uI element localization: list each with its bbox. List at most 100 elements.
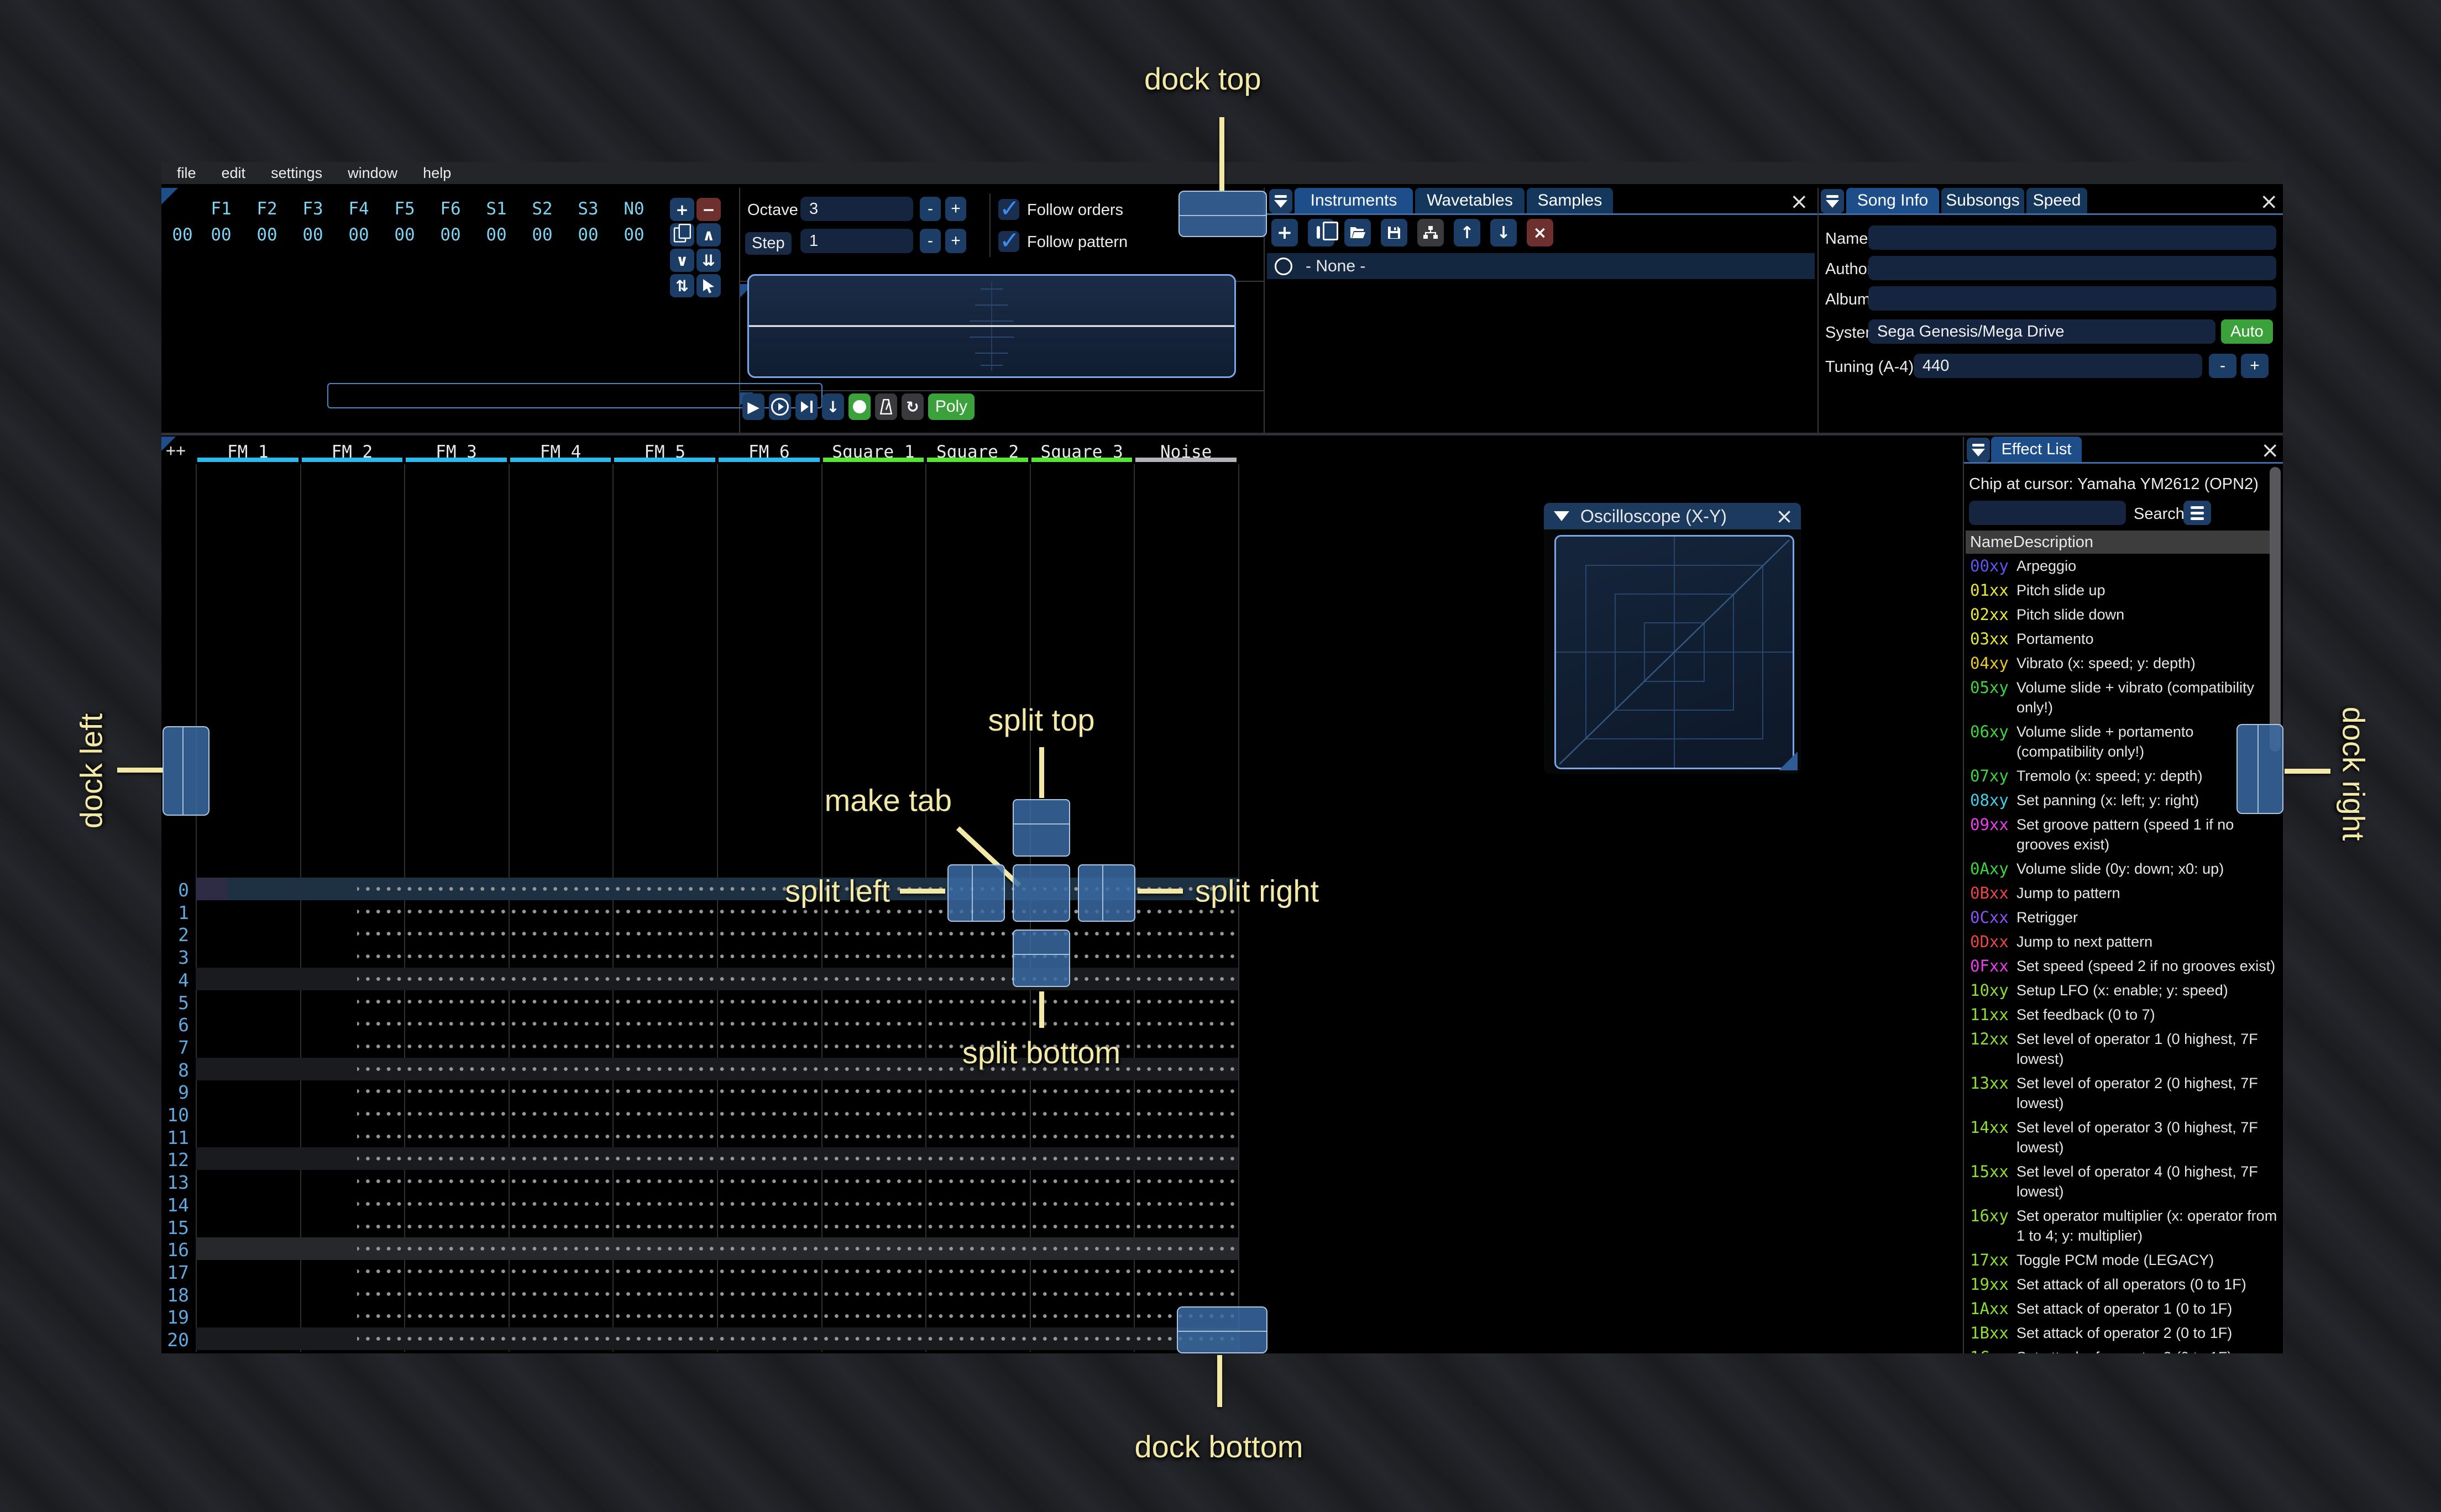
pattern-cursor-cell[interactable] [196,878,228,900]
split-bottom-target[interactable] [1013,930,1070,987]
instrument-move-down-button[interactable]: ↓ [1490,219,1517,246]
songinfo-window-menu-icon[interactable] [1821,189,1844,213]
system-auto-button[interactable]: Auto [2221,319,2273,344]
effect-row[interactable]: 07xy Tremolo (x: speed; y: depth) [1970,764,2282,788]
menu-help[interactable]: help [423,165,451,182]
step-plus-button[interactable]: + [945,229,966,253]
oscilloscope-xy-titlebar[interactable]: Oscilloscope (X-Y) × [1544,503,1801,529]
effect-row[interactable]: 08xy Set panning (x: left; y: right) [1970,788,2282,812]
effect-row[interactable]: 03xx Portamento [1970,627,2282,651]
pattern-row[interactable] [357,1080,1240,1103]
instrument-toggle-folders-button[interactable] [1417,219,1444,246]
effectlist-close-icon[interactable]: × [2261,438,2280,463]
effect-row[interactable]: 01xx Pitch slide up [1970,578,2282,602]
split-top-target[interactable] [1013,799,1070,857]
effect-row[interactable]: 0Axy Volume slide (0y: down; x0: up) [1970,857,2282,881]
separator[interactable] [1963,437,1964,1353]
step-row-button[interactable] [795,393,818,420]
instrument-move-up-button[interactable]: ↑ [1454,219,1480,246]
oscilloscope-xy-window[interactable]: Oscilloscope (X-Y) × [1544,503,1801,774]
instruments-window-menu-icon[interactable] [1269,189,1292,213]
effect-row[interactable]: 00xy Arpeggio [1970,554,2282,578]
pattern-row[interactable] [357,1012,1240,1036]
effect-row[interactable]: 17xx Toggle PCM mode (LEGACY) [1970,1248,2282,1272]
instrument-save-button[interactable] [1381,219,1407,246]
pattern-row[interactable] [357,1170,1240,1193]
effect-search-input[interactable] [1969,501,2126,525]
order-move-down-button[interactable]: ∨ [670,249,694,272]
order-cell[interactable]: 00 [394,225,415,245]
pattern-row[interactable] [357,1237,1240,1261]
instruments-close-icon[interactable]: × [1790,189,1809,214]
order-cell[interactable]: 00 [211,225,231,245]
author-input[interactable] [1868,256,2276,280]
follow-orders-checkbox[interactable]: ✓ [998,195,1020,223]
tab-samples[interactable]: Samples [1527,188,1613,213]
pattern-row[interactable] [357,1327,1240,1350]
order-cell[interactable]: 00 [624,225,644,245]
dock-top-target[interactable] [1178,191,1267,237]
effect-row[interactable]: 11xx Set feedback (0 to 7) [1970,1002,2282,1027]
effect-row[interactable]: 0Cxx Retrigger [1970,905,2282,930]
pattern-row[interactable] [357,922,1240,946]
dock-right-target[interactable] [2236,724,2283,814]
effect-row[interactable]: 0Dxx Jump to next pattern [1970,930,2282,954]
instrument-list-item-selected[interactable]: - None - [1267,253,1815,279]
order-cell[interactable]: 00 [256,225,277,245]
dock-left-target[interactable] [163,726,209,816]
effect-row[interactable]: 0Bxx Jump to pattern [1970,881,2282,905]
album-input[interactable] [1868,286,2276,311]
stop-button[interactable]: ↓ [822,393,844,420]
step-input[interactable]: 1 [800,229,913,253]
effect-row[interactable]: 1Bxx Set attack of operator 2 (0 to 1F) [1970,1321,2282,1345]
effect-table-body[interactable]: 00xy Arpeggio 01xx Pitch slide up 02xx Pitch … [1970,554,2282,1353]
order-change-all-button[interactable]: ⇅ [670,274,694,297]
menu-file[interactable]: file [177,165,196,182]
order-edit-mode-button[interactable] [696,274,721,297]
pattern-row[interactable] [357,967,1240,990]
dock-bottom-target[interactable] [1177,1306,1267,1353]
effect-menu-button[interactable] [2183,501,2211,525]
tab-effect-list[interactable]: Effect List [1991,437,2082,462]
effect-row[interactable]: 1Axx Set attack of operator 1 (0 to 1F) [1970,1296,2282,1321]
effect-row[interactable]: 15xx Set level of operator 4 (0 highest, … [1970,1159,2282,1204]
effect-row[interactable]: 04xy Vibrato (x: speed; y: depth) [1970,651,2282,675]
name-input[interactable] [1868,225,2276,250]
tab-song-info[interactable]: Song Info [1846,188,1939,213]
pattern-row[interactable] [357,1147,1240,1170]
effect-row[interactable]: 02xx Pitch slide down [1970,602,2282,627]
follow-pattern-checkbox[interactable]: ✓ [998,227,1020,255]
pattern-row[interactable] [357,1102,1240,1125]
pattern-row[interactable] [357,1125,1240,1148]
instrument-add-button[interactable]: + [1271,219,1298,246]
step-minus-button[interactable]: - [920,229,941,253]
order-remove-button[interactable]: − [696,198,721,221]
effect-row[interactable]: 1CxxSet attack of operator 3 (0 to 1F) [1970,1345,2282,1353]
order-cell[interactable]: 00 [302,225,323,245]
effect-row[interactable]: 14xx Set level of operator 3 (0 highest, … [1970,1115,2282,1159]
tuning-plus-button[interactable]: + [2241,354,2269,378]
tab-wavetables[interactable]: Wavetables [1415,188,1525,213]
order-cell[interactable]: 00 [486,225,506,245]
system-input[interactable]: Sega Genesis/Mega Drive [1868,319,2215,344]
record-button[interactable] [848,393,871,420]
tab-instruments[interactable]: Instruments [1295,188,1413,213]
poly-button[interactable]: Poly [928,393,975,420]
instrument-open-button[interactable] [1344,219,1371,246]
order-duplicate-button[interactable] [670,223,694,246]
effect-row[interactable]: 09xx Set groove pattern (speed 1 if no gr… [1970,812,2282,857]
collapse-triangle-icon[interactable] [1554,511,1569,521]
effectlist-window-menu-icon[interactable] [1967,438,1990,462]
separator[interactable] [161,433,2283,435]
oscilloscope-xy-close-icon[interactable]: × [1775,504,1793,528]
tab-subsongs[interactable]: Subsongs [1941,188,2024,213]
tuning-minus-button[interactable]: - [2209,354,2236,378]
menu-settings[interactable]: settings [271,165,322,182]
instrument-delete-button[interactable]: × [1527,219,1553,246]
play-pattern-button[interactable] [769,393,791,420]
play-button[interactable]: ▶ [742,393,764,420]
order-cell[interactable]: 00 [532,225,552,245]
effect-row[interactable]: 05xy Volume slide + vibrato (compatibilit… [1970,675,2282,720]
effect-row[interactable]: 13xx Set level of operator 2 (0 highest, … [1970,1071,2282,1115]
pattern-row[interactable] [357,1305,1240,1328]
